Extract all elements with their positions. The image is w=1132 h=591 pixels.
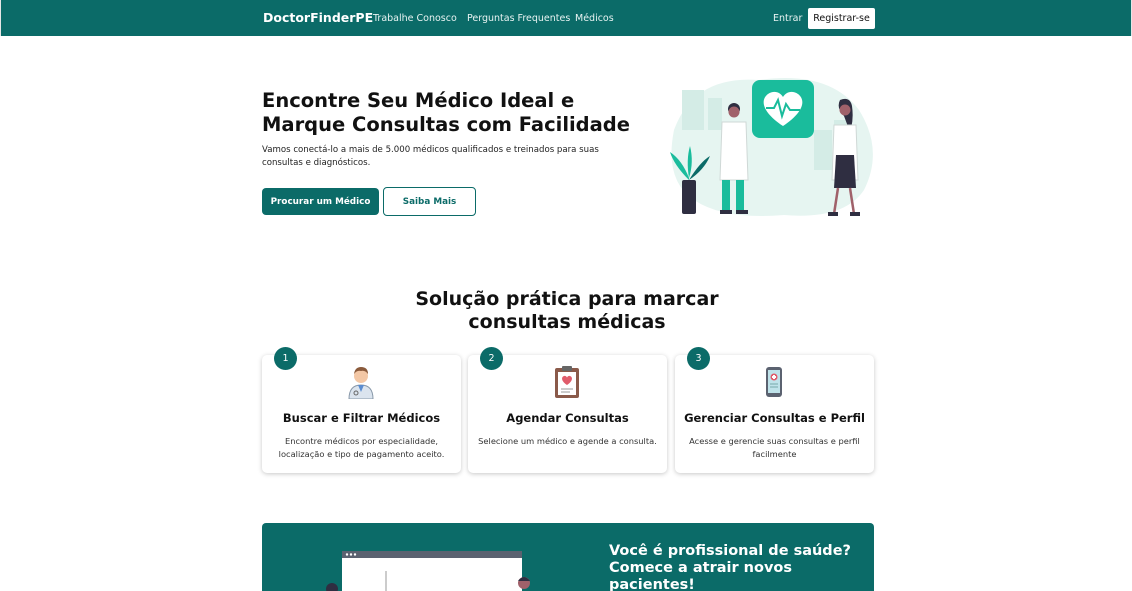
- nav-link-medicos[interactable]: Médicos: [575, 13, 614, 24]
- banner-title: Você é profissional de saúde? Comece a a…: [609, 543, 851, 591]
- browser-illustration: [342, 551, 522, 591]
- step-card-manage: 3 Gerenciar Consultas e Perfil Acesse e …: [675, 347, 874, 473]
- learn-more-button[interactable]: Saiba Mais: [383, 187, 476, 216]
- brand-logo[interactable]: DoctorFinderPE: [263, 10, 373, 25]
- step-title: Agendar Consultas: [506, 411, 629, 425]
- nav-link-trabalhe-conosco[interactable]: Trabalhe Conosco: [373, 13, 457, 24]
- doctor-icon: [348, 367, 374, 399]
- find-doctor-button[interactable]: Procurar um Médico: [262, 188, 379, 215]
- step-card-search: 1 Buscar e Filtrar Médicos Encontre médi…: [262, 347, 461, 473]
- register-button[interactable]: Registrar-se: [808, 8, 875, 29]
- page: DoctorFinderPE Trabalhe Conosco Pergunta…: [0, 0, 1132, 591]
- window-dots-icon: [345, 553, 387, 591]
- hero-title: Encontre Seu Médico Ideal e Marque Consu…: [262, 89, 630, 136]
- section-title: Solução prática para marcar consultas mé…: [415, 288, 719, 333]
- person-illustration: [518, 577, 530, 589]
- navbar: DoctorFinderPE Trabalhe Conosco Pergunta…: [0, 0, 1132, 36]
- step-card-schedule: 2 Agendar Consultas Selecione um médico …: [468, 347, 667, 473]
- doctors-illustration: [670, 78, 873, 216]
- step-description: Selecione um médico e agende a consulta.: [478, 436, 657, 446]
- clipboard-heart-icon: [555, 366, 579, 398]
- nav-link-perguntas-frequentes[interactable]: Perguntas Frequentes: [467, 13, 570, 24]
- hero-subtitle: Vamos conectá-lo a mais de 5.000 médicos…: [262, 145, 599, 168]
- person-illustration: [326, 583, 338, 591]
- professional-banner: Você é profissional de saúde? Comece a a…: [262, 523, 874, 591]
- phone-medical-icon: [766, 367, 782, 397]
- step-number: 3: [687, 347, 710, 370]
- step-title: Buscar e Filtrar Médicos: [282, 411, 441, 425]
- step-number: 1: [274, 347, 297, 370]
- step-description: Encontre médicos por especialidade, loca…: [278, 436, 445, 459]
- login-link[interactable]: Entrar: [773, 13, 802, 24]
- step-title: Gerenciar Consultas e Perfil: [684, 411, 865, 425]
- step-description: Acesse e gerencie suas consultas e perfi…: [689, 436, 860, 459]
- step-number: 2: [480, 347, 503, 370]
